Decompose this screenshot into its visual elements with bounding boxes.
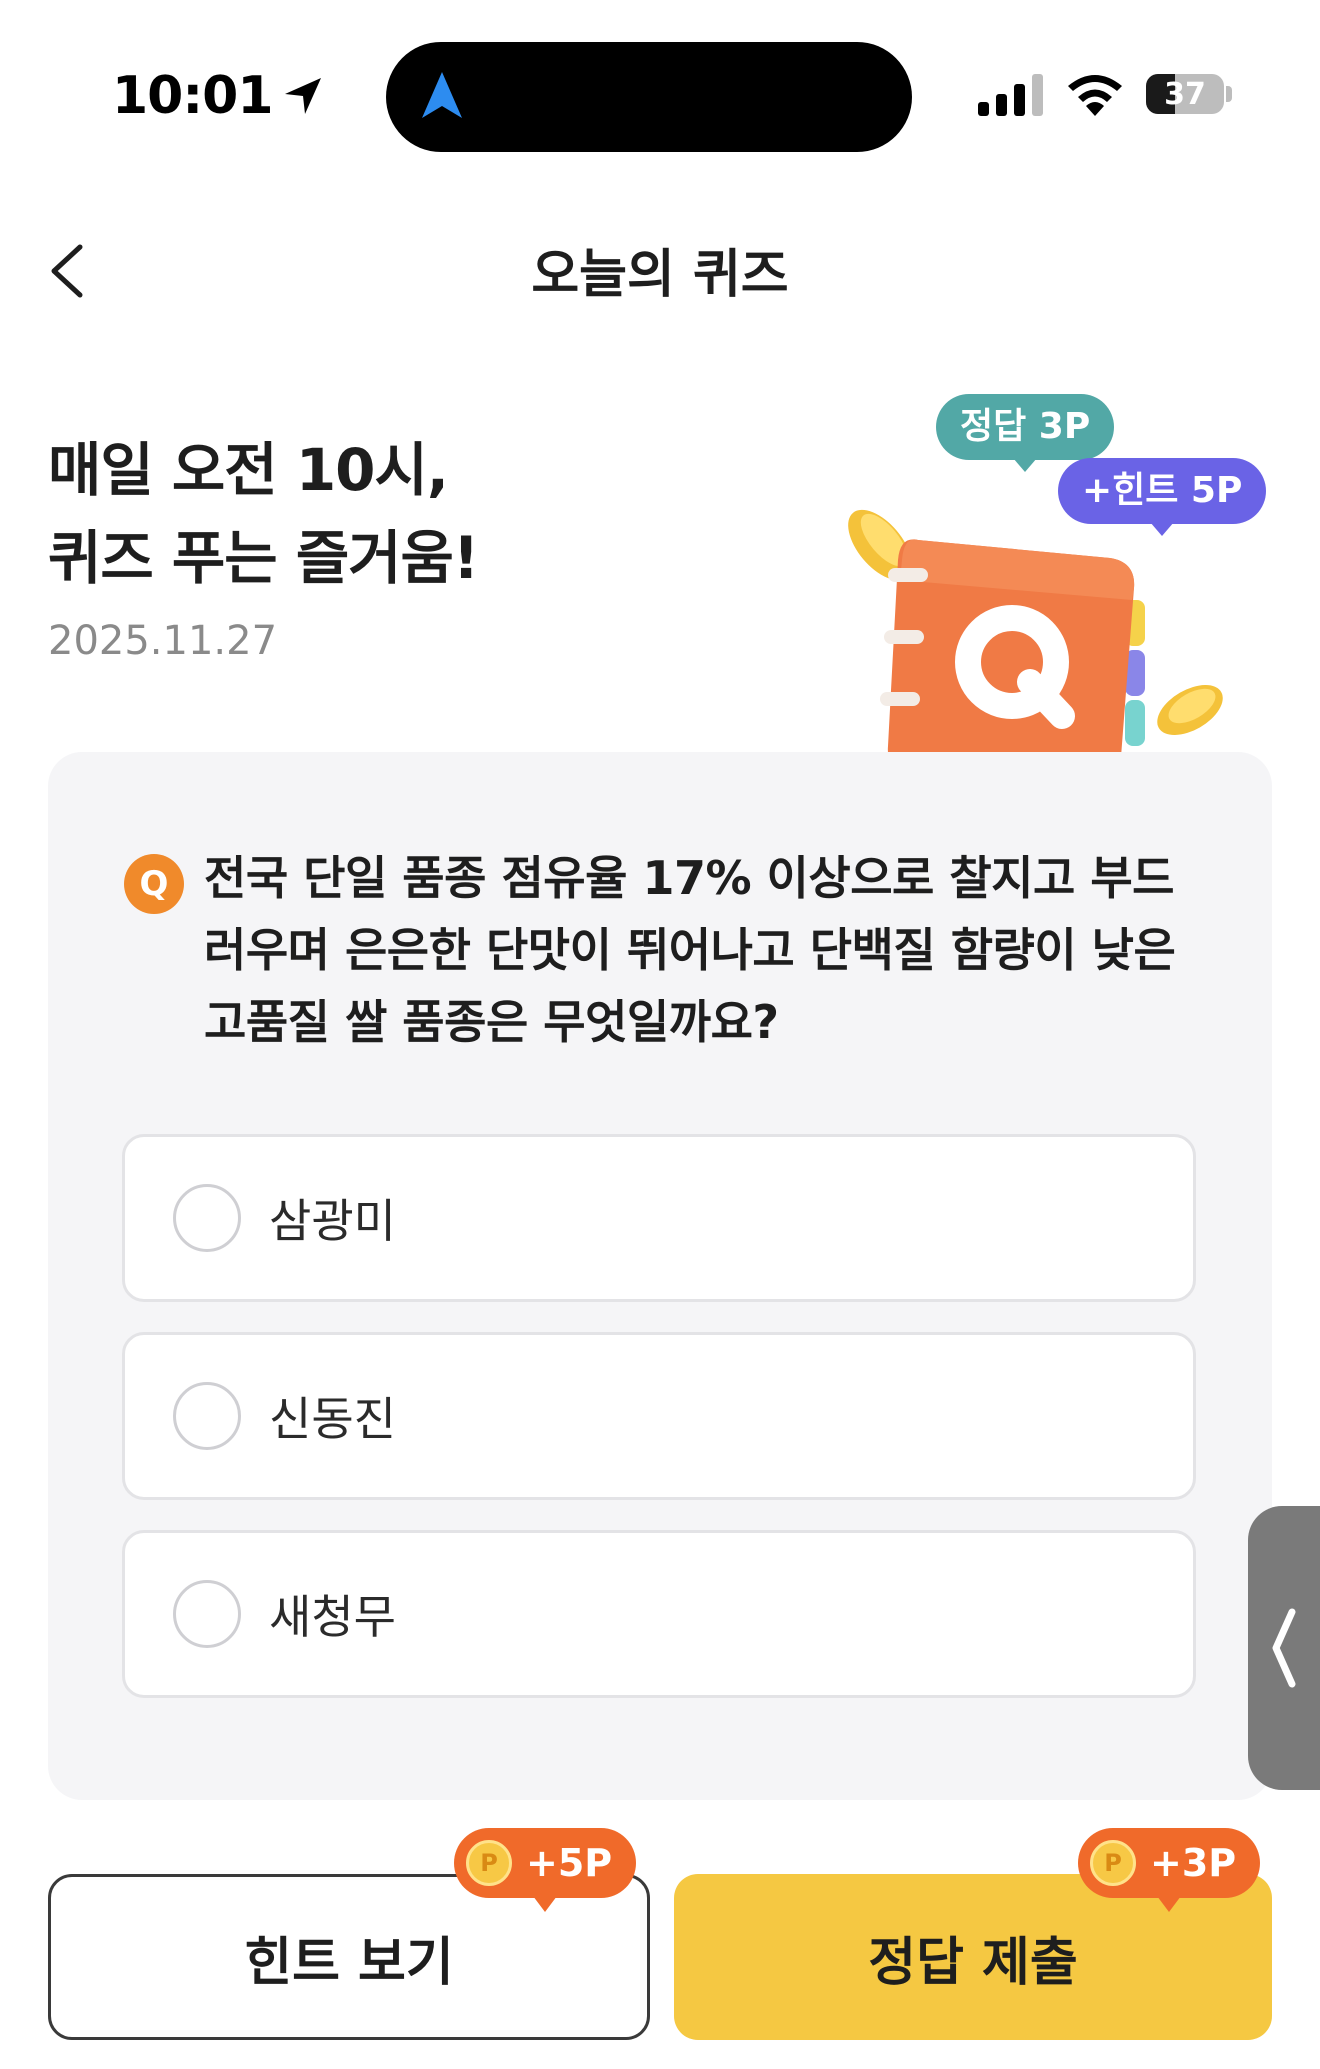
submit-answer-button[interactable]: 정답 제출 [674,1874,1272,2040]
question-line: 러우며 은은한 단맛이 뛰어나고 단백질 함량이 낮은 [204,923,1176,977]
point-coin-icon: P [1090,1840,1136,1886]
question-text: 전국 단일 품종 점유율 17% 이상으로 찰지고 부드 러우며 은은한 단맛이… [204,842,1204,1058]
hero-title-line2: 퀴즈 푸는 즐거움! [48,524,479,592]
hero-title-line1: 매일 오전 10시, [48,436,449,504]
status-time: 10:01 [112,66,323,126]
battery-icon: 37 [1146,74,1224,114]
navigation-arrow-icon [422,72,462,118]
answer-option-1[interactable]: 삼광미 [122,1134,1196,1302]
submit-reward-badge: P +3P [1078,1828,1261,1912]
question-line: 고품질 쌀 품종은 무엇일까요? [204,995,779,1049]
chevron-left-icon [1272,1608,1296,1688]
correct-points-badge: 정답 3P [936,394,1115,472]
location-arrow-icon [284,78,321,114]
point-coin-icon: P [466,1840,512,1886]
quiz-date: 2025.11.27 [48,618,278,664]
answer-option-2[interactable]: 신동진 [122,1332,1196,1500]
status-time-text: 10:01 [112,66,274,126]
hint-points-badge: +힌트 5P [1058,458,1267,536]
radio-button[interactable] [173,1580,241,1648]
question-badge: Q [124,854,184,914]
answer-option-label: 새청무 [269,1590,396,1644]
radio-button[interactable] [173,1184,241,1252]
hint-button[interactable]: 힌트 보기 [48,1874,650,2040]
page-title: 오늘의 퀴즈 [531,245,789,305]
answer-option-label: 신동진 [269,1392,396,1446]
hint-reward-text: +5P [526,1841,613,1885]
answer-option-label: 삼광미 [269,1194,396,1248]
answer-option-3[interactable]: 새청무 [122,1530,1196,1698]
submit-reward-text: +3P [1150,1841,1237,1885]
side-panel-handle[interactable] [1248,1506,1320,1790]
cellular-signal-icon [978,74,1043,116]
status-icons: 37 [978,72,1232,116]
question-line: 전국 단일 품종 점유율 17% 이상으로 찰지고 부드 [204,851,1174,905]
hint-reward-badge: P +5P [454,1828,637,1912]
hero-title: 매일 오전 10시, 퀴즈 푸는 즐거움! [48,426,479,602]
battery-tip [1226,86,1232,102]
radio-button[interactable] [173,1382,241,1450]
dynamic-island [386,42,912,152]
wifi-icon [1068,75,1122,116]
battery-level: 37 [1164,76,1206,112]
